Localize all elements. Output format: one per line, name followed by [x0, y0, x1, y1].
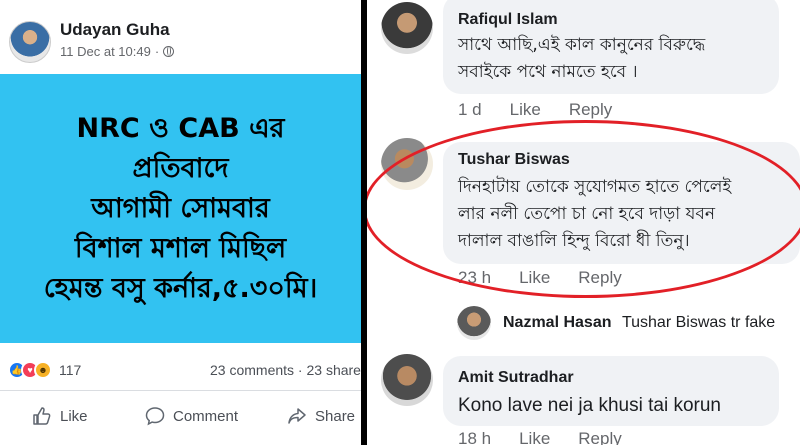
post-timestamp[interactable]: 11 Dec at 10:49 — [60, 44, 151, 59]
image-text-line: হেমন্ত বসু কর্নার,৫.৩০মি। — [43, 272, 318, 304]
comment-button[interactable]: Comment — [145, 406, 238, 426]
reply-avatar[interactable] — [457, 306, 491, 340]
image-text-line: প্রতিবাদে — [132, 152, 229, 184]
comment-reply-link[interactable]: Reply — [569, 100, 612, 120]
facebook-post: Udayan Guha 11 Dec at 10:49 · NRC ও CAB … — [0, 0, 361, 445]
comment-actions: 23 h Like Reply — [458, 268, 622, 288]
thumbs-up-icon — [33, 407, 51, 425]
comment-like-link[interactable]: Like — [519, 429, 550, 445]
image-text-line: বিশাল মশাল মিছিল — [74, 232, 287, 264]
poster-avatar[interactable] — [9, 21, 51, 63]
comment-reply-link[interactable]: Reply — [578, 268, 621, 288]
commenter-avatar[interactable] — [381, 138, 433, 190]
image-text-line: আগামী সোমবার — [91, 192, 270, 224]
comments-panel: Rafiqul Islam সাথে আছি,এই কাল কানুনের বি… — [367, 0, 800, 445]
post-image[interactable]: NRC ও CAB এর প্রতিবাদে আগামী সোমবার বিশা… — [0, 74, 361, 343]
poster-name[interactable]: Udayan Guha — [60, 20, 170, 40]
comment-like-link[interactable]: Like — [510, 100, 541, 120]
comment-bubble-icon — [145, 407, 165, 426]
globe-icon — [163, 46, 175, 57]
comment-author[interactable]: Rafiqul Islam — [458, 11, 558, 29]
reply-author[interactable]: Nazmal Hasan — [503, 314, 612, 331]
reply-preview[interactable]: Nazmal Hasan Tushar Biswas tr fake — [503, 314, 775, 332]
reply-text: Tushar Biswas tr fake — [621, 314, 776, 331]
share-button-label: Share — [315, 407, 356, 425]
comment-author[interactable]: Amit Sutradhar — [458, 369, 574, 387]
comment-text: সবাইকে পথে নামতে হবে । — [458, 62, 638, 82]
reaction-count: 117 — [59, 362, 82, 378]
meta-separator: · — [154, 44, 160, 59]
comment-like-link[interactable]: Like — [519, 268, 550, 288]
commenter-avatar[interactable] — [381, 354, 433, 406]
share-button[interactable]: Share — [287, 406, 355, 426]
comment-actions: 1 d Like Reply — [458, 100, 612, 120]
comments-shares-count[interactable]: 23 comments · 23 shares — [210, 362, 361, 378]
comment-button-label: Comment — [173, 407, 239, 425]
share-arrow-icon — [288, 408, 306, 424]
comment-reply-link[interactable]: Reply — [578, 429, 621, 445]
reactions-summary[interactable]: 👍 ♥ ☻ 117 — [8, 361, 81, 379]
action-divider — [0, 390, 361, 391]
comment-time[interactable]: 1 d — [458, 100, 482, 120]
like-button-label: Like — [60, 407, 88, 425]
comment-text: Kono lave nei ja khusi tai korun — [458, 395, 721, 416]
comment-author[interactable]: Tushar Biswas — [458, 151, 570, 169]
comment-text: লার নলী তেপো চা নো হবে দাড়া যবন — [458, 204, 716, 224]
comment-text: সাথে আছি,এই কাল কানুনের বিরুদ্ধে — [458, 35, 706, 55]
comment-text: দিনহাটায় তোকে সুযোগমত হাতে পেলেই — [458, 177, 732, 197]
comment-time[interactable]: 23 h — [458, 268, 491, 288]
post-meta: 11 Dec at 10:49 · — [60, 44, 175, 59]
comment-text: দালাল বাঙালি হিন্দু বিরো ধী তিনু। — [458, 231, 690, 251]
comment-actions: 18 h Like Reply — [458, 429, 622, 445]
like-button[interactable]: Like — [32, 406, 88, 426]
image-text-line: NRC ও CAB এর — [76, 112, 285, 144]
haha-reaction-icon: ☻ — [34, 361, 52, 379]
commenter-avatar[interactable] — [381, 2, 433, 54]
comment-time[interactable]: 18 h — [458, 429, 491, 445]
